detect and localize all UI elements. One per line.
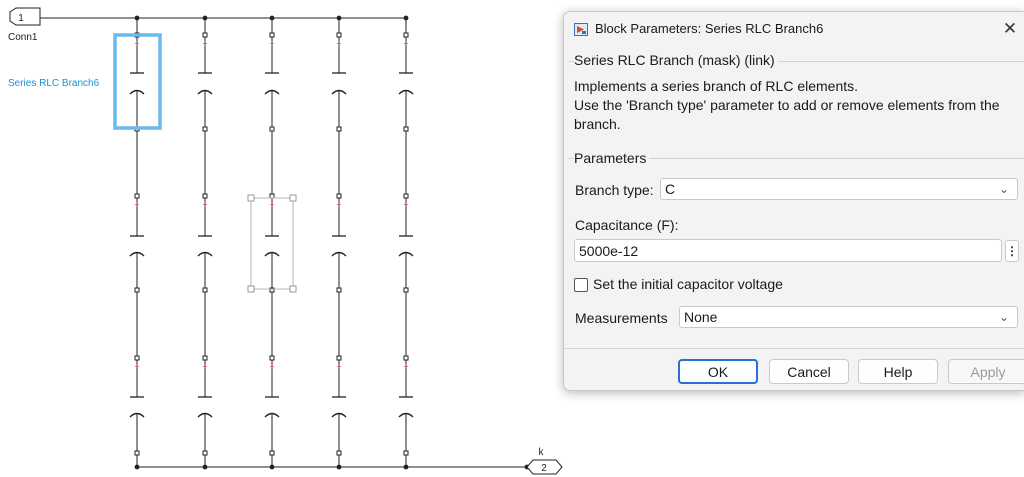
polarity-mark: +: [337, 200, 342, 209]
polarity-mark: +: [135, 39, 140, 48]
capacitance-value: 5000e-12: [579, 242, 639, 259]
ok-button[interactable]: OK: [678, 359, 758, 384]
port-terminal: [134, 450, 140, 456]
port-terminal: [202, 126, 208, 132]
selected-block-name[interactable]: Series RLC Branch6: [8, 78, 100, 89]
parameters-heading: Parameters: [574, 150, 650, 166]
polarity-mark: +: [270, 200, 275, 209]
port-terminal: [269, 32, 275, 38]
port-terminal: [202, 450, 208, 456]
capacitance-label: Capacitance (F):: [575, 217, 679, 233]
polarity-mark: +: [270, 362, 275, 371]
rlc-branches: + + + + + + + + + + + + + + +: [129, 18, 414, 467]
rlc-branch-column: + + +: [331, 18, 347, 467]
polarity-mark: +: [135, 362, 140, 371]
selection-handle: [247, 285, 255, 293]
polarity-mark: +: [270, 39, 275, 48]
selection-handle: [289, 194, 297, 202]
port-terminal: [336, 126, 342, 132]
capacitance-field[interactable]: 5000e-12: [574, 239, 1002, 262]
close-icon: ✕: [1002, 19, 1018, 38]
output-port-2[interactable]: 2 k: [526, 447, 563, 475]
polarity-mark: +: [337, 362, 342, 371]
initial-voltage-label[interactable]: Set the initial capacitor voltage: [593, 276, 783, 292]
port-terminal: [336, 287, 342, 293]
chevron-down-icon: ⌄: [998, 310, 1009, 324]
footer-divider: [564, 348, 1024, 349]
port-terminal: [269, 126, 275, 132]
selection-handle: [289, 285, 297, 293]
dialog-titlebar[interactable]: Block Parameters: Series RLC Branch6 ✕: [564, 12, 1024, 46]
rlc-branch-column: + + +: [197, 18, 213, 467]
port-terminal: [269, 193, 275, 199]
initial-voltage-checkbox[interactable]: [574, 278, 588, 292]
port-terminal: [403, 193, 409, 199]
port-terminal: [336, 193, 342, 199]
port-terminal: [403, 450, 409, 456]
port-terminal: [336, 355, 342, 361]
input-port-conn1[interactable]: 1 Conn1: [8, 7, 41, 43]
dialog-title: Block Parameters: Series RLC Branch6: [595, 21, 824, 36]
output-port-number: 2: [541, 463, 547, 474]
measurements-label: Measurements: [575, 310, 668, 326]
port-terminal: [403, 355, 409, 361]
input-port-number: 1: [18, 13, 24, 24]
block-heading: Series RLC Branch (mask) (link): [574, 52, 778, 68]
polarity-mark: +: [203, 362, 208, 371]
close-button[interactable]: ✕: [995, 16, 1024, 42]
polarity-mark: +: [135, 200, 140, 209]
port-terminal: [336, 450, 342, 456]
vertical-dots-icon: ⋮: [1006, 244, 1018, 258]
port-terminal: [202, 355, 208, 361]
port-terminal: [134, 355, 140, 361]
port-terminal: [403, 287, 409, 293]
measurements-select[interactable]: None ⌄: [679, 306, 1018, 328]
rlc-branch-column: + + +: [398, 18, 414, 467]
port-terminal: [202, 287, 208, 293]
polarity-mark: +: [404, 200, 409, 209]
port-terminal: [403, 32, 409, 38]
port-terminal: [202, 193, 208, 199]
description-line-2: Use the 'Branch type' parameter to add o…: [574, 97, 1000, 132]
chevron-down-icon: ⌄: [998, 182, 1009, 196]
more-options-button[interactable]: ⋮: [1005, 240, 1019, 262]
branch-type-label: Branch type:: [575, 182, 654, 198]
polarity-mark: +: [203, 200, 208, 209]
branch-type-select[interactable]: C ⌄: [660, 178, 1018, 200]
help-button[interactable]: Help: [858, 359, 938, 384]
polarity-mark: +: [404, 362, 409, 371]
polarity-mark: +: [203, 39, 208, 48]
cancel-button[interactable]: Cancel: [769, 359, 849, 384]
apply-button[interactable]: Apply: [948, 359, 1024, 384]
selection-handle: [247, 194, 255, 202]
port-terminal: [403, 126, 409, 132]
port-terminal: [134, 287, 140, 293]
rlc-branch-column: + + +: [264, 18, 280, 467]
output-port-label: k: [539, 447, 545, 458]
model-canvas[interactable]: + + + + + + + + + + + + + + + 1 Conn1 2 k Series RLC B…: [0, 0, 565, 477]
measurements-value: None: [684, 309, 718, 325]
polarity-mark: +: [337, 39, 342, 48]
port-terminal: [202, 32, 208, 38]
port-terminal: [269, 355, 275, 361]
block-description: Implements a series branch of RLC elemen…: [574, 77, 1019, 134]
input-port-label: Conn1: [8, 32, 38, 43]
port-terminal: [134, 193, 140, 199]
block-parameters-dialog: Block Parameters: Series RLC Branch6 ✕ S…: [563, 11, 1024, 391]
port-terminal: [269, 450, 275, 456]
branch-type-value: C: [665, 181, 676, 197]
simulink-block-icon: [574, 23, 588, 36]
description-line-1: Implements a series branch of RLC elemen…: [574, 78, 859, 94]
port-terminal: [336, 32, 342, 38]
rlc-branch-column: + + +: [129, 18, 145, 467]
polarity-mark: +: [404, 39, 409, 48]
